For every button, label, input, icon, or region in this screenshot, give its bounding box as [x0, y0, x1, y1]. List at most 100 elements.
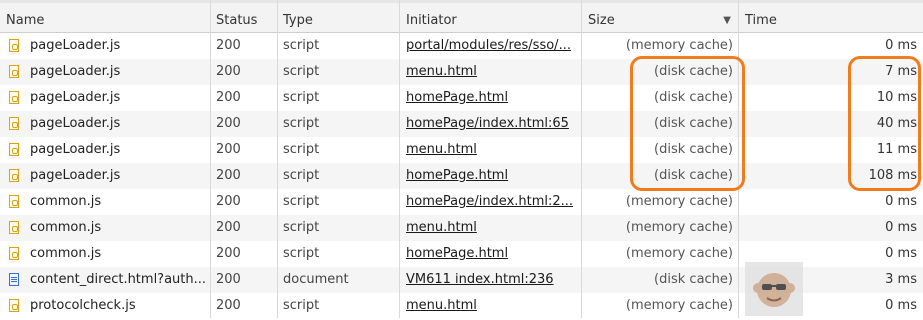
size-cell: (disk cache)	[654, 142, 733, 157]
time-cell: 40 ms	[876, 116, 917, 131]
js-file-icon	[9, 195, 19, 208]
initiator-cell: menu.html	[400, 137, 582, 163]
js-file-icon	[9, 221, 19, 234]
size-cell: (memory cache)	[625, 38, 733, 53]
name-cell[interactable]: protocolcheck.js	[0, 293, 211, 319]
initiator-link[interactable]: homePage.html	[406, 246, 508, 261]
type-cell: script	[283, 38, 320, 53]
type-cell: script	[283, 194, 320, 209]
table-row[interactable]: pageLoader.js 200 script menu.html (disk cac…	[0, 59, 923, 85]
js-file-icon	[9, 91, 19, 104]
column-header-type[interactable]: Type	[278, 3, 400, 32]
column-header-time[interactable]: Time	[739, 3, 923, 32]
status-cell: 200	[216, 142, 241, 157]
initiator-link[interactable]: portal/modules/res/sso/...	[406, 38, 571, 53]
name-cell[interactable]: pageLoader.js	[0, 163, 211, 189]
name-cell[interactable]: pageLoader.js	[0, 59, 211, 85]
initiator-link[interactable]: menu.html	[406, 298, 477, 313]
request-name: pageLoader.js	[30, 90, 121, 105]
type-cell: script	[283, 64, 320, 79]
initiator-cell: homePage.html	[400, 85, 582, 111]
initiator-link[interactable]: homePage.html	[406, 90, 508, 105]
size-cell: (memory cache)	[625, 220, 733, 235]
type-cell: document	[283, 272, 349, 287]
initiator-cell: homePage/index.html:2...	[400, 189, 582, 215]
table-row[interactable]: pageLoader.js 200 script menu.html (disk cac…	[0, 137, 923, 163]
initiator-link[interactable]: menu.html	[406, 220, 477, 235]
name-cell[interactable]: common.js	[0, 189, 211, 215]
status-cell: 200	[216, 272, 241, 287]
table-row[interactable]: common.js 200 script menu.html (memory cache…	[0, 215, 923, 241]
initiator-link[interactable]: menu.html	[406, 142, 477, 157]
name-cell[interactable]: pageLoader.js	[0, 85, 211, 111]
status-cell: 200	[216, 116, 241, 131]
column-divider[interactable]	[210, 0, 211, 318]
column-header-size[interactable]: Size ▼	[582, 3, 739, 32]
request-name: pageLoader.js	[30, 38, 121, 53]
time-cell: 108 ms	[868, 168, 917, 183]
type-cell: script	[283, 246, 320, 261]
size-cell: (disk cache)	[654, 116, 733, 131]
status-cell: 200	[216, 298, 241, 313]
name-cell[interactable]: common.js	[0, 241, 211, 267]
initiator-cell: menu.html	[400, 293, 582, 319]
table-row[interactable]: pageLoader.js 200 script homePage.html (disk…	[0, 163, 923, 189]
column-header-initiator[interactable]: Initiator	[400, 3, 582, 32]
name-cell[interactable]: pageLoader.js	[0, 111, 211, 137]
name-cell[interactable]: pageLoader.js	[0, 137, 211, 163]
initiator-cell: homePage.html	[400, 163, 582, 189]
js-file-icon	[9, 169, 19, 182]
type-cell: script	[283, 298, 320, 313]
type-cell: script	[283, 90, 320, 105]
initiator-link[interactable]: homePage/index.html:2...	[406, 194, 573, 209]
js-file-icon	[9, 299, 19, 312]
type-cell: script	[283, 168, 320, 183]
request-name: common.js	[30, 246, 102, 261]
request-name: pageLoader.js	[30, 168, 121, 183]
column-divider[interactable]	[277, 0, 278, 318]
table-row[interactable]: pageLoader.js 200 script homePage.html (disk…	[0, 85, 923, 111]
column-divider[interactable]	[581, 0, 582, 318]
initiator-cell: menu.html	[400, 215, 582, 241]
name-cell[interactable]: pageLoader.js	[0, 33, 211, 59]
status-cell: 200	[216, 246, 241, 261]
js-file-icon	[9, 65, 19, 78]
column-header-name[interactable]: Name	[0, 3, 211, 32]
name-cell[interactable]: common.js	[0, 215, 211, 241]
time-cell: 0 ms	[885, 220, 917, 235]
type-cell: script	[283, 142, 320, 157]
request-name: pageLoader.js	[30, 116, 121, 131]
initiator-link[interactable]: menu.html	[406, 64, 477, 79]
initiator-cell: homePage/index.html:65	[400, 111, 582, 137]
time-cell: 7 ms	[885, 64, 917, 79]
time-cell: 10 ms	[876, 90, 917, 105]
time-cell: 11 ms	[876, 142, 917, 157]
initiator-link[interactable]: homePage.html	[406, 168, 508, 183]
name-cell[interactable]: content_direct.html?auth...	[0, 267, 211, 293]
column-header-status[interactable]: Status	[211, 3, 278, 32]
size-cell: (disk cache)	[654, 90, 733, 105]
request-name: pageLoader.js	[30, 64, 121, 79]
initiator-link[interactable]: homePage/index.html:65	[406, 116, 569, 131]
table-row[interactable]: common.js 200 script homePage/index.html:2.…	[0, 189, 923, 215]
column-divider[interactable]	[738, 0, 739, 318]
request-name: content_direct.html?auth...	[30, 272, 207, 287]
size-cell: (disk cache)	[654, 272, 733, 287]
initiator-cell: homePage.html	[400, 241, 582, 267]
request-name: common.js	[30, 194, 102, 209]
status-cell: 200	[216, 194, 241, 209]
table-row[interactable]: pageLoader.js 200 script homePage/index.htm…	[0, 111, 923, 137]
status-cell: 200	[216, 220, 241, 235]
js-file-icon	[9, 143, 19, 156]
table-row[interactable]: pageLoader.js 200 script portal/modules/res…	[0, 33, 923, 59]
time-cell: 0 ms	[885, 38, 917, 53]
request-name: pageLoader.js	[30, 142, 121, 157]
initiator-link[interactable]: VM611 index.html:236	[406, 272, 554, 287]
status-cell: 200	[216, 90, 241, 105]
size-cell: (disk cache)	[654, 64, 733, 79]
status-cell: 200	[216, 168, 241, 183]
initiator-cell: VM611 index.html:236	[400, 267, 582, 293]
column-divider[interactable]	[399, 0, 400, 318]
type-cell: script	[283, 220, 320, 235]
column-header-size-label: Size	[588, 13, 615, 28]
